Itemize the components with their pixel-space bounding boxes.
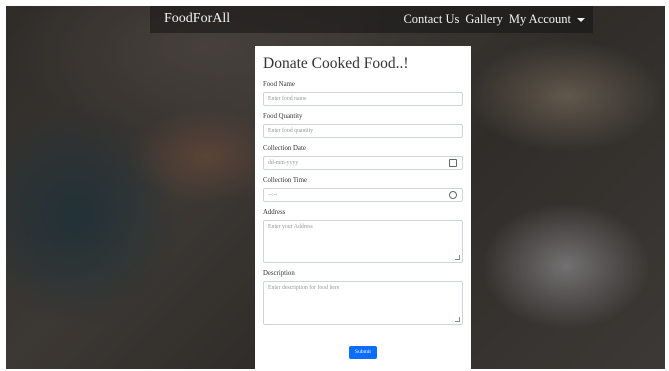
food-name-placeholder: Enter food name (268, 96, 307, 102)
description-textarea[interactable]: Enter description for food here (263, 281, 463, 325)
address-label: Address (263, 209, 286, 216)
collection-date-input[interactable]: dd-mm-yyyy (263, 156, 463, 170)
food-quantity-label: Food Quantity (263, 113, 303, 120)
food-name-label: Food Name (263, 81, 295, 88)
navbar: FoodForAll Contact Us Gallery My Account (150, 6, 593, 33)
form-title: Donate Cooked Food..! (263, 55, 409, 72)
nav-dropdown-my-account[interactable]: My Account (509, 12, 585, 27)
clock-icon[interactable] (449, 191, 457, 199)
brand-logo[interactable]: FoodForAll (164, 11, 230, 27)
nav-dropdown-label: My Account (508, 12, 571, 26)
food-name-input[interactable]: Enter food name (263, 92, 463, 106)
food-quantity-placeholder: Enter food quantity (268, 128, 314, 134)
collection-time-label: Collection Time (263, 177, 307, 184)
nav-links: Contact Us Gallery My Account (403, 12, 585, 27)
collection-date-placeholder: dd-mm-yyyy (268, 160, 299, 166)
submit-button[interactable]: Submit (349, 346, 377, 359)
resize-handle-icon[interactable] (455, 317, 460, 322)
donation-form-card: Donate Cooked Food..! Food Name Enter fo… (255, 46, 471, 371)
food-quantity-input[interactable]: Enter food quantity (263, 124, 463, 138)
address-textarea[interactable]: Enter your Address (263, 220, 463, 263)
description-placeholder: Enter description for food here (268, 285, 340, 291)
address-placeholder: Enter your Address (268, 224, 313, 230)
nav-link-gallery[interactable]: Gallery (465, 12, 502, 27)
calendar-icon[interactable] (449, 159, 457, 167)
resize-handle-icon[interactable] (455, 255, 460, 260)
collection-date-label: Collection Date (263, 145, 306, 152)
collection-time-input[interactable]: --:-- (263, 188, 463, 202)
nav-link-contact-us[interactable]: Contact Us (403, 12, 459, 27)
description-label: Description (263, 270, 295, 277)
collection-time-placeholder: --:-- (268, 192, 278, 198)
caret-down-icon (577, 18, 585, 23)
